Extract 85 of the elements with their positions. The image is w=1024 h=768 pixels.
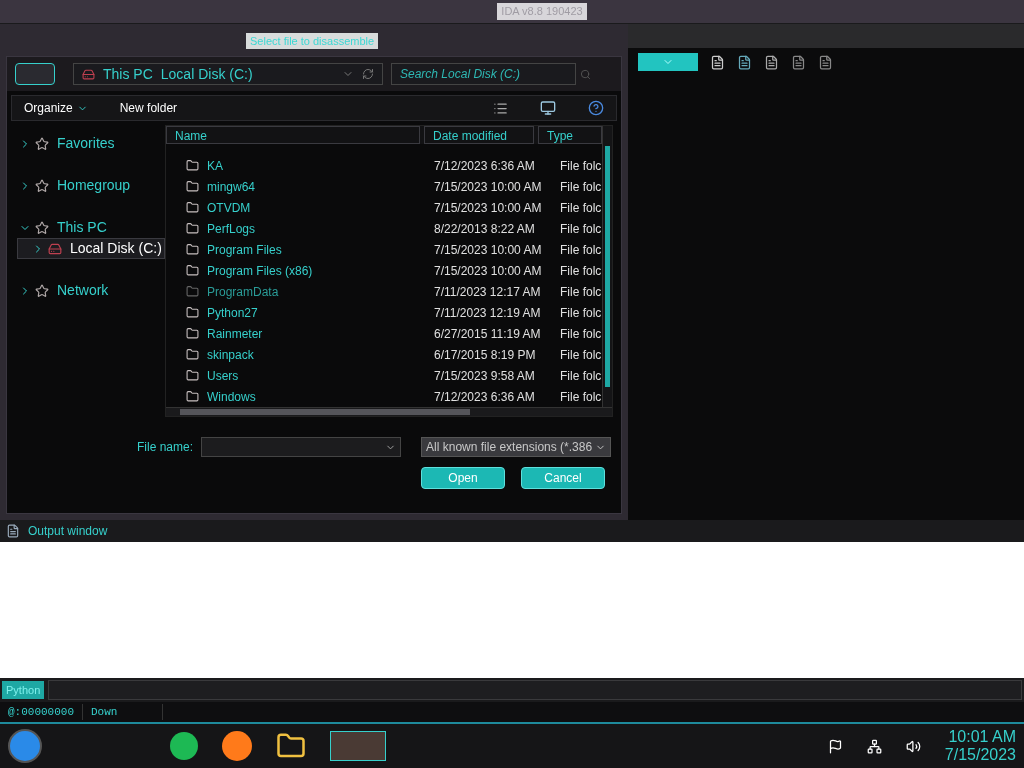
file-name[interactable]: Windows <box>207 387 256 406</box>
file-name[interactable]: Rainmeter <box>207 324 263 343</box>
nav-icon <box>35 136 49 151</box>
horizontal-scrollbar[interactable] <box>166 407 612 416</box>
view-icon[interactable] <box>493 100 508 116</box>
nav-item[interactable]: Favorites <box>7 133 165 154</box>
status-text: @:00000000 <box>0 703 83 721</box>
panel-title: Output window <box>28 523 108 540</box>
file-name[interactable]: ProgramData <box>207 282 279 301</box>
file-name-label: File name: <box>137 439 194 456</box>
breadcrumb-item[interactable]: Local Disk (C:) <box>160 63 253 85</box>
nav-item[interactable]: Homegroup <box>7 175 165 196</box>
date-modified: 7/15/2023 10:00 AM <box>433 241 543 259</box>
file-name[interactable]: PerfLogs <box>207 219 256 238</box>
file-name[interactable]: OTVDM <box>207 198 251 217</box>
start-button[interactable] <box>8 729 42 763</box>
drive-icon <box>82 67 95 81</box>
refresh-icon[interactable] <box>362 68 374 80</box>
column-header[interactable]: Date modified <box>424 126 534 144</box>
organize-button[interactable]: Organize <box>24 99 88 117</box>
drive-icon <box>48 241 62 256</box>
window-title: IDA v8.8 190423 <box>497 3 587 20</box>
vertical-scrollbar[interactable] <box>602 126 612 407</box>
document-icon[interactable] <box>791 54 806 70</box>
column-header[interactable]: Name <box>166 126 420 144</box>
nav-item[interactable]: This PC <box>7 217 165 238</box>
avatar-thumbnail[interactable] <box>330 731 386 761</box>
date-modified: 7/15/2023 10:00 AM <box>433 178 543 196</box>
date-modified: 7/12/2023 6:36 AM <box>433 388 536 406</box>
file-type: File folc <box>559 220 602 238</box>
document-icon[interactable] <box>764 54 779 70</box>
status-text: Down <box>83 703 163 721</box>
dialog-title: Select file to disassemble <box>246 32 379 50</box>
file-name[interactable]: mingw64 <box>207 177 256 196</box>
file-type: File folc <box>559 346 602 364</box>
file-name[interactable]: Python27 <box>207 303 258 322</box>
file-type: File folc <box>559 157 602 175</box>
new-folder-button[interactable]: New folder <box>119 99 178 117</box>
column-header[interactable]: Type <box>538 126 602 144</box>
file-name[interactable]: Program Files (x86) <box>207 261 313 280</box>
date-modified: 7/15/2023 10:00 AM <box>433 262 543 280</box>
date-modified: 6/27/2015 11:19 AM <box>433 325 542 343</box>
nav-icon <box>35 220 49 235</box>
document-icon <box>6 524 20 538</box>
file-type: File folc <box>559 178 602 196</box>
date-modified: 7/12/2023 6:36 AM <box>433 157 536 175</box>
date-modified: 7/15/2023 9:58 AM <box>433 367 536 385</box>
file-type: File folc <box>559 262 602 280</box>
file-name[interactable]: Program Files <box>207 240 282 259</box>
file-name[interactable]: KA <box>207 156 223 175</box>
command-field[interactable] <box>48 680 1022 700</box>
nav-icon <box>35 178 49 193</box>
clock-time[interactable]: 10:01 AM <box>948 728 1016 746</box>
file-type: File folc <box>559 388 602 406</box>
search-icon <box>580 68 591 80</box>
file-type: File folc <box>559 241 602 259</box>
file-type: File folc <box>559 367 602 385</box>
help-icon[interactable] <box>588 100 604 116</box>
file-name-field[interactable] <box>201 437 402 457</box>
document-icon[interactable] <box>710 54 725 70</box>
date-modified: 7/15/2023 10:00 AM <box>433 199 543 217</box>
back-button[interactable] <box>15 63 55 85</box>
file-type: File folc <box>559 199 602 217</box>
date-modified: 7/11/2023 12:17 AM <box>433 283 542 301</box>
breadcrumb-item[interactable]: This PC <box>103 63 153 85</box>
nav-item[interactable]: Local Disk (C:) <box>17 238 165 259</box>
file-type: File folc <box>559 325 602 343</box>
clock-date[interactable]: 7/15/2023 <box>944 746 1016 764</box>
file-type-dropdown[interactable]: All known file extensions (*.386 <box>421 437 612 457</box>
date-modified: 6/17/2015 8:19 PM <box>433 346 537 364</box>
nav-item[interactable]: Network <box>7 280 165 301</box>
document-icon[interactable] <box>818 54 833 70</box>
nav-icon <box>35 283 49 298</box>
search-field[interactable]: Search Local Disk (C:) <box>391 63 576 85</box>
document-icon[interactable] <box>737 54 752 70</box>
flag-icon[interactable] <box>827 738 843 754</box>
preview-pane-icon[interactable] <box>540 100 556 116</box>
date-modified: 7/11/2023 12:19 AM <box>433 304 542 322</box>
file-name[interactable]: Users <box>207 366 239 385</box>
volume-icon[interactable] <box>905 738 921 754</box>
file-type: File folc <box>559 283 602 301</box>
network-icon[interactable] <box>866 738 882 754</box>
file-name[interactable]: skinpack <box>207 345 254 364</box>
date-modified: 8/22/2013 8:22 AM <box>433 220 536 238</box>
file-type: File folc <box>559 304 602 322</box>
